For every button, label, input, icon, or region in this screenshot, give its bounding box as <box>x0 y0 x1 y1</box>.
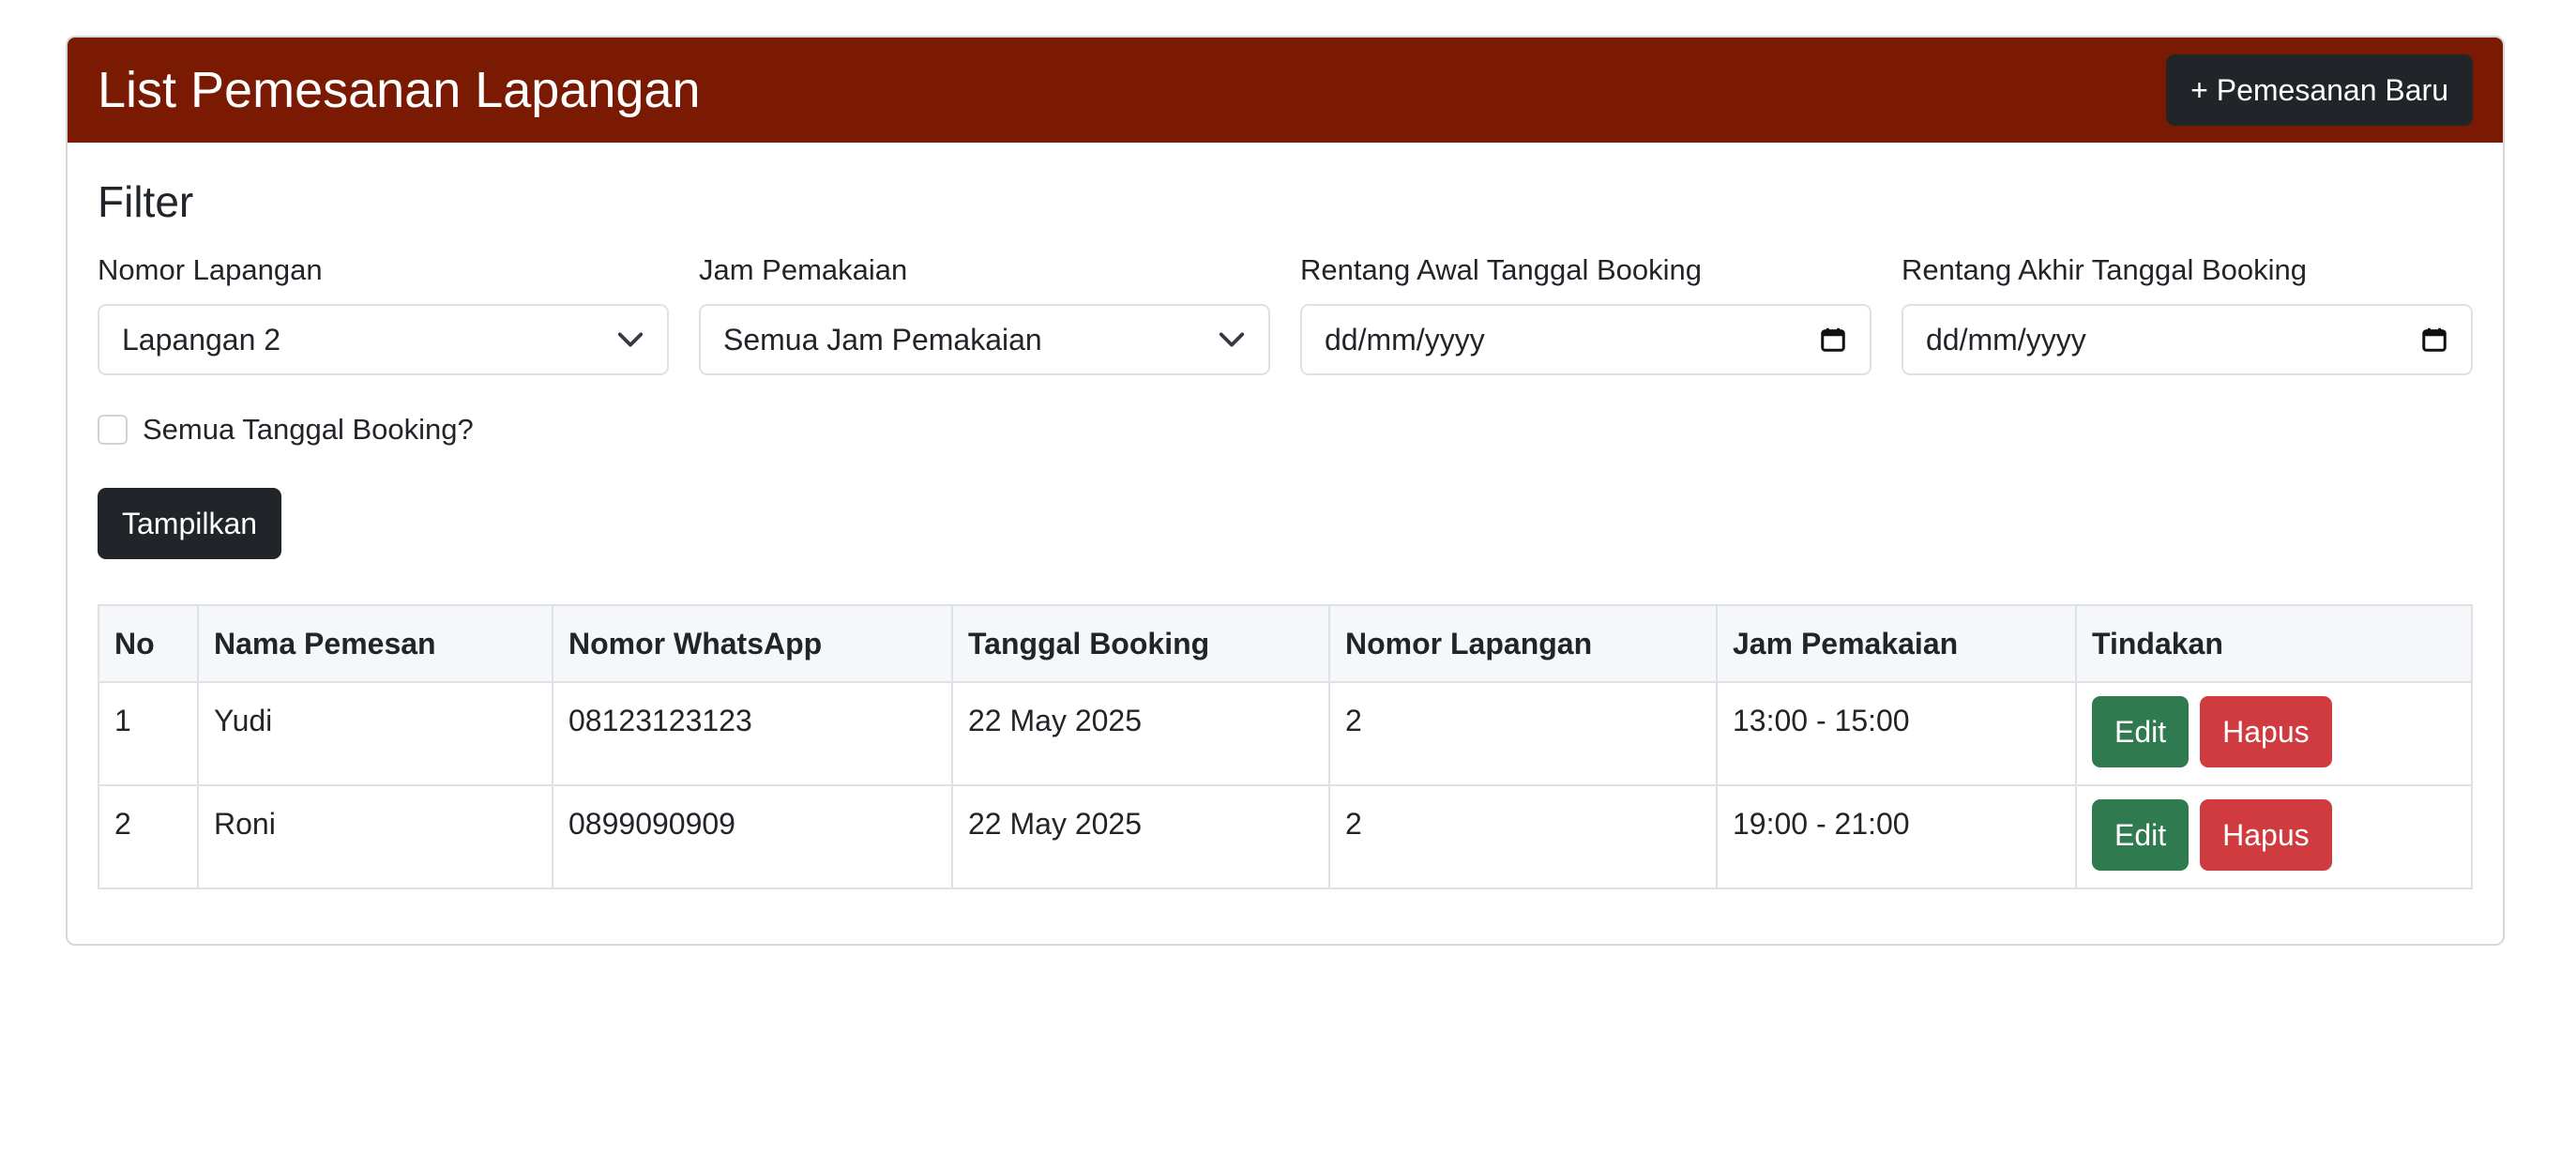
table-row: 2 Roni 0899090909 22 May 2025 2 19:00 - … <box>98 784 2473 889</box>
col-header-actions: Tindakan <box>2075 604 2473 683</box>
cell-hours: 19:00 - 21:00 <box>1716 784 2077 889</box>
end-date-placeholder: dd/mm/yyyy <box>1926 322 2086 357</box>
end-date-input[interactable]: dd/mm/yyyy <box>1902 304 2473 375</box>
start-date-input[interactable]: dd/mm/yyyy <box>1300 304 1871 375</box>
cell-name: Yudi <box>197 681 553 786</box>
court-filter-label: Nomor Lapangan <box>98 253 323 286</box>
cell-actions: Edit Hapus <box>2075 681 2473 786</box>
col-header-date: Tanggal Booking <box>951 604 1330 683</box>
all-dates-row: Semua Tanggal Booking? <box>98 411 2473 448</box>
cell-no: 1 <box>98 681 199 786</box>
show-button[interactable]: Tampilkan <box>98 488 282 559</box>
cell-date: 22 May 2025 <box>951 784 1330 889</box>
booking-list-card: List Pemesanan Lapangan + Pemesanan Baru… <box>66 36 2505 946</box>
delete-button[interactable]: Hapus <box>2200 799 2332 871</box>
court-filter: Nomor Lapangan Lapangan 2 <box>98 250 669 375</box>
chevron-down-icon <box>617 332 644 347</box>
filter-row: Nomor Lapangan Lapangan 2 Jam Pemakaian … <box>98 250 2473 375</box>
col-header-name: Nama Pemesan <box>197 604 553 683</box>
court-select[interactable]: Lapangan 2 <box>98 304 669 375</box>
cell-court: 2 <box>1328 681 1718 786</box>
cell-no: 2 <box>98 784 199 889</box>
calendar-icon[interactable] <box>1819 326 1847 354</box>
edit-button[interactable]: Edit <box>2092 696 2190 767</box>
cell-whatsapp: 0899090909 <box>552 784 953 889</box>
court-select-value: Lapangan 2 <box>122 322 281 357</box>
table-header-row: No Nama Pemesan Nomor WhatsApp Tanggal B… <box>98 604 2473 683</box>
chevron-down-icon <box>1219 332 1245 347</box>
cell-hours: 13:00 - 15:00 <box>1716 681 2077 786</box>
col-header-no: No <box>98 604 199 683</box>
edit-button[interactable]: Edit <box>2092 799 2190 871</box>
col-header-whatsapp: Nomor WhatsApp <box>552 604 953 683</box>
cell-actions: Edit Hapus <box>2075 784 2473 889</box>
hours-select-value: Semua Jam Pemakaian <box>723 322 1042 357</box>
cell-whatsapp: 08123123123 <box>552 681 953 786</box>
end-date-label: Rentang Akhir Tanggal Booking <box>1902 253 2308 286</box>
calendar-icon[interactable] <box>2420 326 2448 354</box>
start-date-placeholder: dd/mm/yyyy <box>1325 322 1485 357</box>
table-row: 1 Yudi 08123123123 22 May 2025 2 13:00 -… <box>98 681 2473 786</box>
filter-title: Filter <box>98 177 194 226</box>
col-header-hours: Jam Pemakaian <box>1716 604 2077 683</box>
start-date-label: Rentang Awal Tanggal Booking <box>1300 253 1703 286</box>
card-header: List Pemesanan Lapangan + Pemesanan Baru <box>68 38 2503 143</box>
page-title: List Pemesanan Lapangan <box>98 62 701 118</box>
hours-select[interactable]: Semua Jam Pemakaian <box>699 304 1270 375</box>
cell-name: Roni <box>197 784 553 889</box>
col-header-court: Nomor Lapangan <box>1328 604 1718 683</box>
cell-court: 2 <box>1328 784 1718 889</box>
all-dates-label[interactable]: Semua Tanggal Booking? <box>143 413 474 447</box>
new-booking-button[interactable]: + Pemesanan Baru <box>2166 54 2473 126</box>
booking-table: No Nama Pemesan Nomor WhatsApp Tanggal B… <box>98 604 2473 889</box>
card-body: Filter Nomor Lapangan Lapangan 2 Jam Pem… <box>68 143 2503 919</box>
end-date-filter: Rentang Akhir Tanggal Booking dd/mm/yyyy <box>1902 250 2473 375</box>
delete-button[interactable]: Hapus <box>2200 696 2332 767</box>
hours-filter-label: Jam Pemakaian <box>699 253 908 286</box>
cell-date: 22 May 2025 <box>951 681 1330 786</box>
hours-filter: Jam Pemakaian Semua Jam Pemakaian <box>699 250 1270 375</box>
start-date-filter: Rentang Awal Tanggal Booking dd/mm/yyyy <box>1300 250 1871 375</box>
all-dates-checkbox[interactable] <box>98 415 128 445</box>
